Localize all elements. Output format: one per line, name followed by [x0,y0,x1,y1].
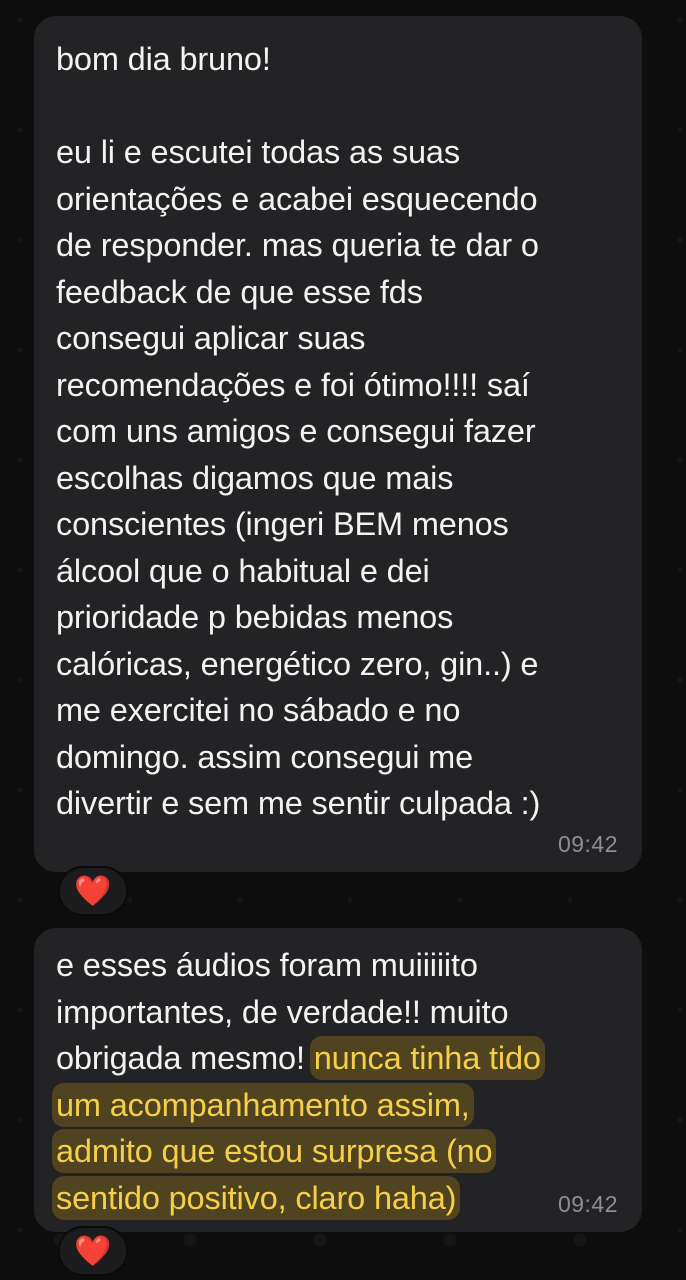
message-line: conscientes (ingeri BEM menos [56,501,618,548]
line-part: me exercitei no sábado e no [56,692,461,728]
message-line: eu li e escutei todas as suas [56,129,618,176]
line-part: bom dia bruno! [56,41,271,77]
line-part: eu li e escutei todas as suas [56,134,460,170]
message-line: e esses áudios foram muiiiiito [56,942,618,989]
message-line: importantes, de verdade!! muito [56,989,618,1036]
line-part: e esses áudios foram muiiiiito [56,947,478,983]
message-line: orientações e acabei esquecendo [56,176,618,223]
line-part: obrigada mesmo! [56,1040,314,1076]
message-line: bom dia bruno! [56,36,618,83]
line-part: com uns amigos e consegui fazer [56,413,536,449]
message-line: com uns amigos e consegui fazer [56,408,618,455]
message-line: domingo. assim consegui me [56,734,618,781]
message-line: álcool que o habitual e dei [56,548,618,595]
line-part: consegui aplicar suas [56,320,366,356]
message-line: obrigada mesmo! nunca tinha tido [56,1035,618,1082]
line-part: de responder. mas queria te dar o [56,227,539,263]
message-line: um acompanhamento assim, [56,1082,618,1129]
heart-reaction-icon[interactable]: ❤️ [58,1226,128,1276]
message-bubble-1[interactable]: bom dia bruno! eu li e escutei todas as … [34,16,642,872]
highlighted-text: um acompanhamento assim, [56,1086,470,1123]
message-line: consegui aplicar suas [56,315,618,362]
message-timestamp: 09:42 [557,1191,618,1217]
line-part: conscientes (ingeri BEM menos [56,506,509,542]
message-line [56,83,618,130]
line-part: escolhas digamos que mais [56,459,454,496]
message-line: feedback de que esse fds [56,269,618,316]
highlighted-text: sentido positivo, claro haha) [56,1179,457,1216]
line-part: prioridade p bebidas menos [56,599,454,635]
highlighted-text: nunca tinha tido [313,1040,541,1076]
line-part: orientações e acabei esquecendo [56,180,538,217]
line-part: calóricas, energético zero, gin..) e [56,645,539,682]
message-line: de responder. mas queria te dar o [56,222,618,269]
message-timestamp: 09:42 [557,831,618,857]
message-line: divertir e sem me sentir culpada :) [56,780,618,827]
message-line: me exercitei no sábado e no [56,687,618,734]
line-part: feedback de que esse fds [56,273,423,310]
message-line: calóricas, energético zero, gin..) e [56,641,618,688]
line-part: divertir e sem me sentir culpada :) [56,785,541,821]
message-line: admito que estou surpresa (no [56,1128,618,1175]
message-bubble-2[interactable]: e esses áudios foram muiiiiito important… [34,928,642,1232]
highlighted-text: admito que estou surpresa (no [56,1133,493,1169]
line-part: recomendações e foi ótimo!!!! saí [56,366,530,403]
line-part: domingo. assim consegui me [56,738,473,775]
heart-reaction-icon[interactable]: ❤️ [58,866,128,916]
message-text-1: bom dia bruno! eu li e escutei todas as … [56,36,618,827]
message-line: escolhas digamos que mais [56,455,618,502]
message-line: recomendações e foi ótimo!!!! saí [56,362,618,409]
message-line: prioridade p bebidas menos [56,594,618,641]
message-line: sentido positivo, claro haha) [56,1175,618,1222]
message-text-2: e esses áudios foram muiiiiito important… [56,942,618,1221]
line-part: álcool que o habitual e dei [56,552,430,589]
line-part: importantes, de verdade!! muito [56,993,509,1030]
